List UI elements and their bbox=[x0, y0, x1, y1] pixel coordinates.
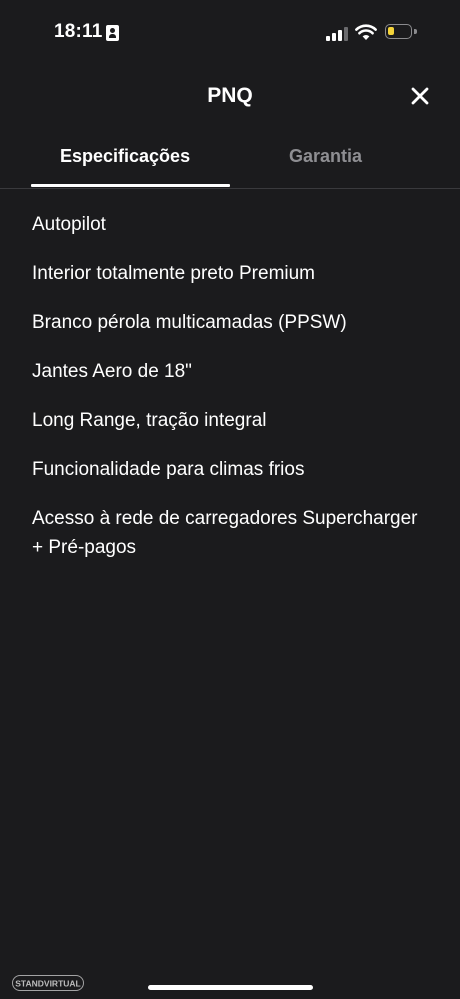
page-title: PNQ bbox=[207, 84, 253, 107]
spec-list: Autopilot Interior totalmente preto Prem… bbox=[32, 210, 432, 582]
spec-item: Branco pérola multicamadas (PPSW) bbox=[32, 312, 347, 333]
svg-text:STANDVIRTUAL: STANDVIRTUAL bbox=[15, 979, 80, 989]
spec-item: Funcionalidade para climas frios bbox=[32, 459, 305, 480]
status-bar: 18:11 bbox=[0, 0, 460, 66]
tab-especificacoes[interactable]: Especificações bbox=[60, 146, 190, 167]
spec-item: Autopilot bbox=[32, 214, 106, 235]
standvirtual-watermark-logo: STANDVIRTUAL bbox=[12, 975, 84, 991]
spec-item: Interior totalmente preto Premium bbox=[32, 263, 316, 284]
home-indicator[interactable] bbox=[148, 985, 313, 990]
spec-item: Long Range, tração integral bbox=[32, 410, 267, 431]
battery-icon bbox=[385, 24, 412, 39]
spec-item: Acesso à rede de carregadores Supercharg… bbox=[32, 508, 418, 558]
close-button[interactable] bbox=[404, 80, 436, 112]
cellular-signal-icon bbox=[326, 26, 348, 41]
wifi-icon bbox=[355, 24, 377, 40]
close-icon bbox=[411, 87, 429, 105]
battery-level bbox=[388, 27, 394, 35]
contact-card-icon bbox=[106, 25, 119, 41]
active-tab-indicator bbox=[31, 184, 230, 187]
tab-bar: Especificações Garantia bbox=[0, 135, 460, 189]
tab-garantia[interactable]: Garantia bbox=[289, 146, 362, 167]
spec-item: Jantes Aero de 18" bbox=[32, 361, 192, 382]
status-time: 18:11 bbox=[54, 21, 103, 42]
battery-cap bbox=[414, 29, 417, 34]
